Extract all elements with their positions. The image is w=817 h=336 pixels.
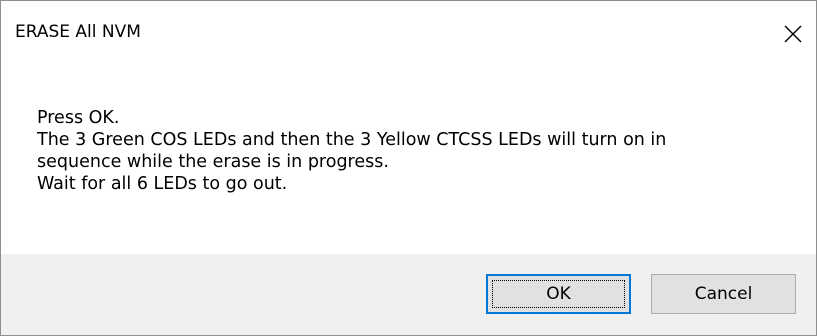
- title-bar: ERASE All NVM: [1, 1, 816, 63]
- cancel-button[interactable]: Cancel: [651, 274, 796, 314]
- message-dialog: ERASE All NVM Press OK. The 3 Green COS …: [0, 0, 817, 336]
- close-icon: [784, 25, 802, 43]
- message-line: Wait for all 6 LEDs to go out.: [37, 174, 288, 194]
- close-button[interactable]: [770, 1, 816, 63]
- message-line: sequence while the erase is in progress.: [37, 152, 389, 172]
- focus-ring: [492, 280, 625, 308]
- window-title: ERASE All NVM: [15, 22, 141, 42]
- ok-button[interactable]: OK: [486, 274, 631, 314]
- cancel-button-label: Cancel: [694, 284, 753, 304]
- button-bar: OK Cancel: [1, 254, 816, 335]
- message-line: Press OK.: [37, 108, 120, 128]
- message-line: The 3 Green COS LEDs and then the 3 Yell…: [37, 130, 667, 150]
- dialog-message: Press OK. The 3 Green COS LEDs and then …: [37, 107, 666, 195]
